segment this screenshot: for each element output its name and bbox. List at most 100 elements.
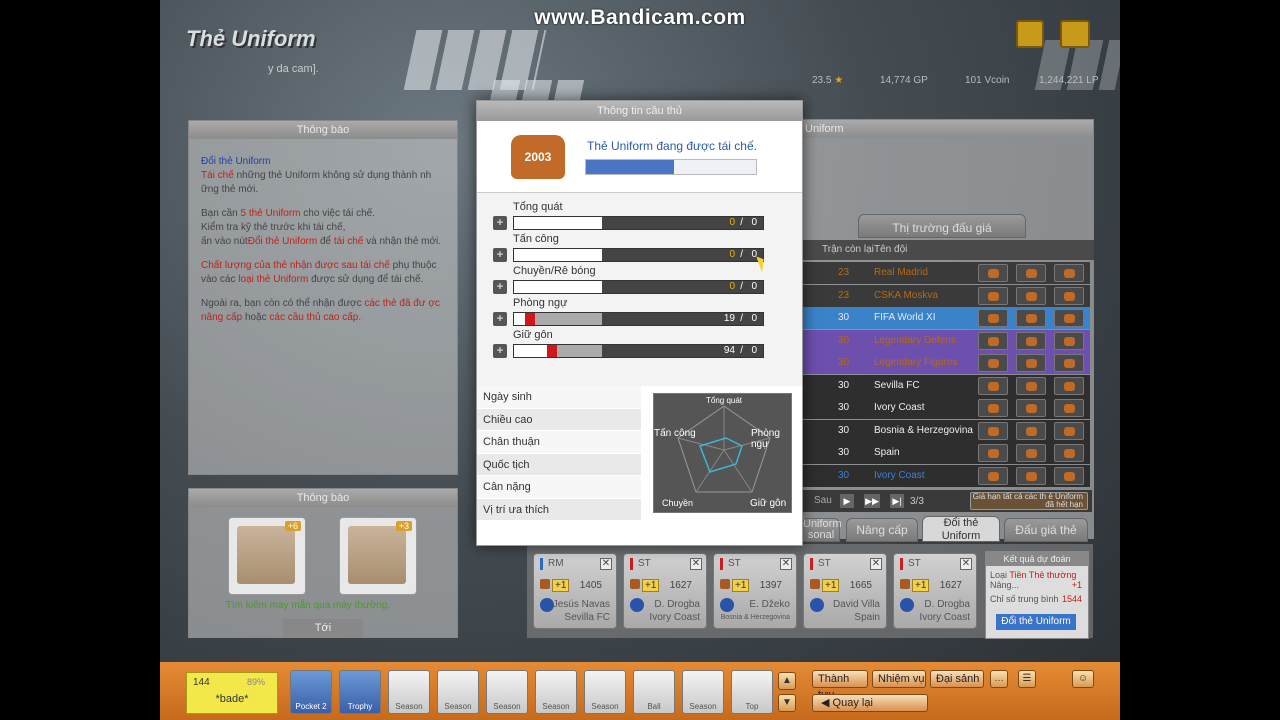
inventory-slot[interactable]: Top (731, 670, 773, 714)
inventory-slot[interactable]: Season (486, 670, 528, 714)
missions-button[interactable]: Nhiệm vụ (872, 670, 926, 688)
table-row[interactable]: 30 Spain (802, 442, 1090, 464)
player-card[interactable]: +6 (228, 517, 306, 595)
table-row[interactable]: 30 Sevilla FC (802, 374, 1090, 397)
upgrade-badge: +1 (732, 579, 750, 592)
transfer-icon[interactable] (1054, 331, 1084, 350)
plus-icon[interactable]: + (493, 344, 507, 358)
transfer-icon[interactable] (1054, 421, 1084, 440)
tab-uniform-exchange[interactable]: Đổi thẻ Uniform (922, 516, 1000, 542)
exchange-card[interactable]: ST ✕ +1 1627 D. Drogba Ivory Coast (893, 553, 977, 629)
plus-icon[interactable]: + (493, 216, 507, 230)
add-card-icon[interactable] (1016, 399, 1046, 417)
shirt-icon[interactable] (978, 466, 1008, 485)
transfer-icon[interactable] (1054, 399, 1084, 417)
fast-forward-icon[interactable]: ▶▶ (864, 494, 880, 508)
next-button[interactable]: Tới (283, 619, 363, 637)
table-row[interactable]: 30 Bosnia & Herzegovina (802, 419, 1090, 442)
transfer-icon[interactable] (1054, 354, 1084, 372)
exchange-card[interactable]: ST ✕ +1 1627 D. Drogba Ivory Coast (623, 553, 707, 629)
add-card-icon[interactable] (1016, 421, 1046, 440)
table-row[interactable]: 30 Ivory Coast (802, 464, 1090, 487)
next-page-icon[interactable]: ▶ (840, 494, 854, 508)
scroll-down-icon[interactable]: ▼ (778, 694, 796, 712)
right-panel-title: Uniform (803, 120, 1093, 138)
table-row[interactable]: 30 Legendary Figures (802, 352, 1090, 374)
inventory-slot[interactable]: Ball (633, 670, 675, 714)
exchange-card[interactable]: ST ✕ +1 1397 E. Džeko Bosnia & Herzegovina (713, 553, 797, 629)
inventory-slot[interactable]: Season (584, 670, 626, 714)
shirt-icon[interactable] (978, 421, 1008, 440)
add-card-icon[interactable] (1016, 376, 1046, 395)
tab-upgrade[interactable]: Nâng cấp (846, 518, 918, 542)
club-name: Ivory Coast (649, 612, 700, 623)
plus-icon[interactable]: + (493, 312, 507, 326)
remove-icon[interactable]: ✕ (780, 558, 792, 570)
exchange-card[interactable]: ST ✕ +1 1665 David Villa Spain (803, 553, 887, 629)
add-card-icon[interactable] (1016, 264, 1046, 282)
transfer-icon[interactable] (1054, 264, 1084, 282)
table-row[interactable]: 30 Ivory Coast (802, 397, 1090, 419)
add-card-icon[interactable] (1016, 444, 1046, 462)
tab-auction-market[interactable]: Thị trường đấu giá (858, 214, 1026, 238)
plus-icon[interactable]: + (493, 280, 507, 294)
remove-icon[interactable]: ✕ (600, 558, 612, 570)
shirt-icon[interactable] (978, 399, 1008, 417)
shirt-icon[interactable] (978, 444, 1008, 462)
add-card-icon[interactable] (1016, 354, 1046, 372)
player-card[interactable]: +3 (339, 517, 417, 595)
inventory-slot[interactable]: Season (388, 670, 430, 714)
back-button[interactable]: ◀ Quay lại (812, 694, 928, 712)
menu-icon[interactable]: ☰ (1018, 670, 1036, 688)
exchange-uniform-button[interactable]: Đổi thẻ Uniform (996, 614, 1076, 630)
shirt-icon[interactable] (978, 331, 1008, 350)
box-icon[interactable] (1016, 20, 1044, 48)
upgrade-badge: +1 (552, 579, 570, 592)
tab-uniform-auction[interactable]: Đấu giá thẻ (1004, 518, 1088, 542)
club-name: Ivory Coast (919, 612, 970, 623)
exit-icon[interactable] (1060, 20, 1090, 48)
remove-icon[interactable]: ✕ (870, 558, 882, 570)
table-row[interactable]: 23 CSKA Moskva (802, 284, 1090, 307)
achievements-button[interactable]: Thành tựu (812, 670, 868, 701)
table-row[interactable]: 30 FIFA World XI (802, 307, 1090, 329)
table-row[interactable]: 23 Real Madrid (802, 262, 1090, 284)
chat-icon[interactable]: … (990, 670, 1008, 688)
shirt-icon[interactable] (978, 376, 1008, 395)
team-name: Spain (874, 447, 900, 458)
upgrade-badge: +1 (642, 579, 660, 592)
scroll-up-icon[interactable]: ▲ (778, 672, 796, 690)
transfer-icon[interactable] (1054, 286, 1084, 305)
plus-icon[interactable]: + (493, 248, 507, 262)
last-page-icon[interactable]: ▶| (890, 494, 904, 508)
stats-section: + Tổng quát 0 / 0 + Tấn công 0 / 0 + Chuyền/Rê bóng… (477, 193, 802, 386)
player-name: Jesús Navas (552, 599, 610, 610)
exchange-card[interactable]: RM ✕ +1 1405 Jesús Navas Sevilla FC (533, 553, 617, 629)
stadium-button[interactable]: Đại sảnh (930, 670, 984, 688)
remove-icon[interactable]: ✕ (690, 558, 702, 570)
transfer-icon[interactable] (1054, 444, 1084, 462)
transfer-icon[interactable] (1054, 376, 1084, 395)
inventory-slot[interactable]: Pocket 2 (290, 670, 332, 714)
stat-label: Phòng ngự (513, 297, 568, 309)
emoji-icon[interactable]: ☺ (1072, 670, 1094, 688)
transfer-icon[interactable] (1054, 466, 1084, 485)
tab-personal[interactable]: Uniform sonal (802, 518, 842, 542)
remove-icon[interactable]: ✕ (960, 558, 972, 570)
table-row[interactable]: 30 Legendary Defens (802, 329, 1090, 352)
shirt-icon[interactable] (978, 309, 1008, 327)
transfer-icon[interactable] (1054, 309, 1084, 327)
inventory-slot[interactable]: Season (437, 670, 479, 714)
inventory-slot[interactable]: Season (682, 670, 724, 714)
add-card-icon[interactable] (1016, 286, 1046, 305)
shirt-icon[interactable] (978, 286, 1008, 305)
add-card-icon[interactable] (1016, 309, 1046, 327)
add-card-icon[interactable] (1016, 466, 1046, 485)
user-box[interactable]: 144 89% *bade* (186, 672, 278, 714)
shirt-icon[interactable] (978, 354, 1008, 372)
add-card-icon[interactable] (1016, 331, 1046, 350)
expired-note[interactable]: Giá hạn tất cả các th ẻ Uniform đã hết h… (970, 492, 1088, 510)
inventory-slot[interactable]: Season (535, 670, 577, 714)
shirt-icon[interactable] (978, 264, 1008, 282)
inventory-slot[interactable]: Trophy (339, 670, 381, 714)
